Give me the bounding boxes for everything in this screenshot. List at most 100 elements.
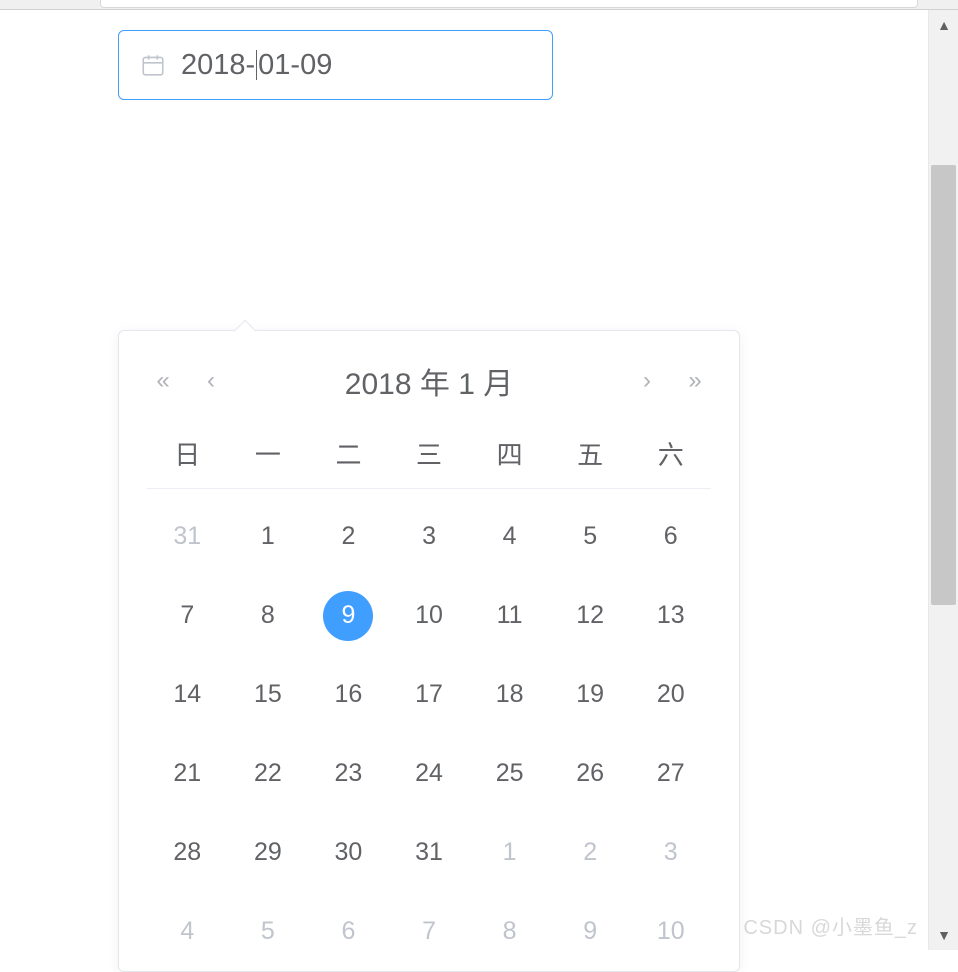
days-grid: 3112345678910111213141516171819202122232… bbox=[147, 497, 711, 971]
day-number: 14 bbox=[173, 680, 201, 709]
date-input[interactable]: 2018-01-09 bbox=[118, 30, 553, 100]
day-cell[interactable]: 12 bbox=[550, 601, 631, 630]
day-cell[interactable]: 28 bbox=[147, 838, 228, 867]
scroll-thumb[interactable] bbox=[931, 165, 956, 605]
day-cell[interactable]: 30 bbox=[308, 838, 389, 867]
day-number: 28 bbox=[173, 838, 201, 867]
day-number: 3 bbox=[422, 522, 436, 551]
day-number: 1 bbox=[503, 838, 517, 867]
day-cell[interactable]: 27 bbox=[630, 759, 711, 788]
day-cell[interactable]: 20 bbox=[630, 680, 711, 709]
day-number: 17 bbox=[415, 680, 443, 709]
days-row: 7 8 9 10 11 12 13 bbox=[147, 576, 711, 655]
day-cell[interactable]: 8 bbox=[469, 917, 550, 946]
weekday-sun: 日 bbox=[147, 435, 228, 472]
text-cursor bbox=[256, 50, 257, 80]
day-cell[interactable]: 3 bbox=[389, 522, 470, 551]
day-cell[interactable]: 19 bbox=[550, 680, 631, 709]
scroll-up-button[interactable]: ▲ bbox=[929, 10, 958, 40]
day-number: 16 bbox=[335, 680, 363, 709]
day-number: 5 bbox=[261, 917, 275, 946]
scrollbar[interactable]: ▲ ▼ bbox=[928, 10, 958, 950]
value-after: 01-09 bbox=[258, 49, 332, 82]
weekday-mon: 一 bbox=[228, 435, 309, 472]
date-value[interactable]: 2018-01-09 bbox=[181, 49, 332, 82]
weekday-row: 日 一 二 三 四 五 六 bbox=[147, 435, 711, 489]
day-number: 26 bbox=[576, 759, 604, 788]
value-before: 2018- bbox=[181, 49, 255, 82]
day-cell[interactable]: 1 bbox=[469, 838, 550, 867]
day-number: 5 bbox=[583, 522, 597, 551]
weekday-sat: 六 bbox=[630, 435, 711, 472]
day-number: 19 bbox=[576, 680, 604, 709]
day-number: 31 bbox=[415, 838, 443, 867]
day-number: 22 bbox=[254, 759, 282, 788]
day-number: 9 bbox=[323, 591, 373, 641]
browser-chrome bbox=[0, 0, 958, 10]
weekday-wed: 三 bbox=[389, 435, 470, 472]
day-cell[interactable]: 13 bbox=[630, 601, 711, 630]
day-cell[interactable]: 17 bbox=[389, 680, 470, 709]
prev-year-button[interactable]: « bbox=[149, 367, 177, 395]
calendar-icon bbox=[139, 51, 167, 79]
day-cell[interactable]: 3 bbox=[630, 838, 711, 867]
day-cell[interactable]: 31 bbox=[389, 838, 470, 867]
scroll-down-button[interactable]: ▼ bbox=[929, 920, 958, 950]
picker-header: « ‹ 2018 年 1 月 › » bbox=[119, 331, 739, 423]
day-number: 18 bbox=[496, 680, 524, 709]
day-cell[interactable]: 29 bbox=[228, 838, 309, 867]
day-cell[interactable]: 5 bbox=[228, 917, 309, 946]
days-row: 4 5 67 8 9 10 bbox=[147, 892, 711, 971]
day-cell[interactable]: 10 bbox=[389, 601, 470, 630]
day-cell[interactable]: 8 bbox=[228, 601, 309, 630]
day-number: 10 bbox=[657, 917, 685, 946]
day-cell[interactable]: 18 bbox=[469, 680, 550, 709]
watermark: CSDN @小墨鱼_z bbox=[743, 911, 918, 940]
day-number: 30 bbox=[335, 838, 363, 867]
address-bar[interactable] bbox=[100, 0, 918, 8]
day-cell[interactable]: 2 bbox=[550, 838, 631, 867]
day-number: 15 bbox=[254, 680, 282, 709]
day-cell[interactable]: 11 bbox=[469, 601, 550, 630]
day-cell[interactable]: 4 bbox=[147, 917, 228, 946]
day-number: 2 bbox=[583, 838, 597, 867]
day-cell[interactable]: 10 bbox=[630, 917, 711, 946]
day-number: 21 bbox=[173, 759, 201, 788]
day-cell[interactable]: 31 bbox=[147, 522, 228, 551]
day-number: 3 bbox=[664, 838, 678, 867]
day-number: 8 bbox=[503, 917, 517, 946]
day-number: 4 bbox=[180, 917, 194, 946]
day-cell[interactable]: 9 bbox=[308, 591, 389, 641]
day-cell[interactable]: 14 bbox=[147, 680, 228, 709]
day-number: 12 bbox=[576, 601, 604, 630]
day-number: 27 bbox=[657, 759, 685, 788]
day-cell[interactable]: 7 bbox=[389, 917, 470, 946]
calendar-table: 日 一 二 三 四 五 六 31123456789101112131415161… bbox=[119, 423, 739, 971]
day-cell[interactable]: 24 bbox=[389, 759, 470, 788]
day-cell[interactable]: 2 bbox=[308, 522, 389, 551]
day-cell[interactable]: 23 bbox=[308, 759, 389, 788]
day-cell[interactable]: 6 bbox=[308, 917, 389, 946]
day-cell[interactable]: 21 bbox=[147, 759, 228, 788]
day-cell[interactable]: 22 bbox=[228, 759, 309, 788]
days-row: 311 2 3 4 5 6 bbox=[147, 497, 711, 576]
day-number: 11 bbox=[497, 601, 523, 630]
day-cell[interactable]: 25 bbox=[469, 759, 550, 788]
date-picker-popover: « ‹ 2018 年 1 月 › » 日 一 二 三 四 五 六 3112345… bbox=[118, 330, 740, 972]
day-cell[interactable]: 7 bbox=[147, 601, 228, 630]
day-number: 2 bbox=[341, 522, 355, 551]
day-cell[interactable]: 1 bbox=[228, 522, 309, 551]
day-cell[interactable]: 26 bbox=[550, 759, 631, 788]
day-cell[interactable]: 16 bbox=[308, 680, 389, 709]
day-cell[interactable]: 6 bbox=[630, 522, 711, 551]
next-month-button[interactable]: › bbox=[633, 367, 661, 395]
prev-month-button[interactable]: ‹ bbox=[197, 367, 225, 395]
day-cell[interactable]: 4 bbox=[469, 522, 550, 551]
day-number: 13 bbox=[657, 601, 685, 630]
day-cell[interactable]: 5 bbox=[550, 522, 631, 551]
day-number: 8 bbox=[261, 601, 275, 630]
picker-title[interactable]: 2018 年 1 月 bbox=[345, 359, 513, 403]
next-year-button[interactable]: » bbox=[681, 367, 709, 395]
day-cell[interactable]: 9 bbox=[550, 917, 631, 946]
day-cell[interactable]: 15 bbox=[228, 680, 309, 709]
